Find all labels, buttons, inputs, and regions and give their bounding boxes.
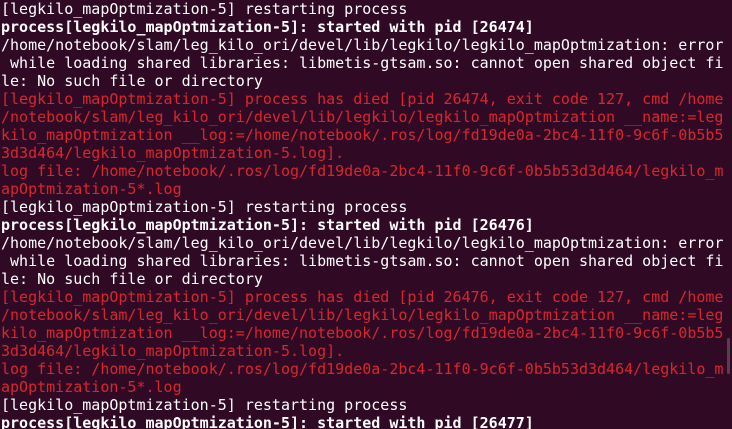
terminal-line: [legkilo_mapOptmization-5] restarting pr…: [1, 396, 408, 414]
terminal-line: le: No such file or directory: [1, 270, 263, 288]
terminal-line: while loading shared libraries: libmetis…: [1, 252, 723, 270]
terminal-output: [legkilo_mapOptmization-5] restarting pr…: [1, 0, 723, 429]
terminal-line: [legkilo_mapOptmization-5] process has d…: [1, 288, 723, 306]
terminal-line: process[legkilo_mapOptmization-5]: start…: [1, 414, 534, 429]
terminal-line: le: No such file or directory: [1, 72, 263, 90]
terminal-line: /home/notebook/slam/leg_kilo_ori/devel/l…: [1, 234, 723, 252]
terminal-line: [legkilo_mapOptmization-5] restarting pr…: [1, 198, 408, 216]
terminal-line: /home/notebook/slam/leg_kilo_ori/devel/l…: [1, 36, 723, 54]
terminal-line: 3d3d464/legkilo_mapOptmization-5.log].: [1, 342, 345, 360]
terminal-line: apOptmization-5*.log: [1, 180, 182, 198]
terminal-line: 3d3d464/legkilo_mapOptmization-5.log].: [1, 144, 345, 162]
terminal-line: kilo_mapOptmization __log:=/home/noteboo…: [1, 126, 723, 144]
terminal-line: process[legkilo_mapOptmization-5]: start…: [1, 216, 534, 234]
terminal-line: process[legkilo_mapOptmization-5]: start…: [1, 18, 534, 36]
scrollbar-thumb[interactable]: [727, 338, 730, 374]
terminal-line: [legkilo_mapOptmization-5] process has d…: [1, 90, 723, 108]
terminal-line: /notebook/slam/leg_kilo_ori/devel/lib/le…: [1, 108, 723, 126]
terminal-line: [legkilo_mapOptmization-5] restarting pr…: [1, 0, 408, 18]
terminal-line: /notebook/slam/leg_kilo_ori/devel/lib/le…: [1, 306, 723, 324]
terminal-line: log file: /home/notebook/.ros/log/fd19de…: [1, 360, 723, 378]
terminal-line: log file: /home/notebook/.ros/log/fd19de…: [1, 162, 723, 180]
terminal-line: while loading shared libraries: libmetis…: [1, 54, 723, 72]
terminal-line: kilo_mapOptmization __log:=/home/noteboo…: [1, 324, 723, 342]
terminal-window[interactable]: [legkilo_mapOptmization-5] restarting pr…: [0, 0, 732, 429]
terminal-line: apOptmization-5*.log: [1, 378, 182, 396]
